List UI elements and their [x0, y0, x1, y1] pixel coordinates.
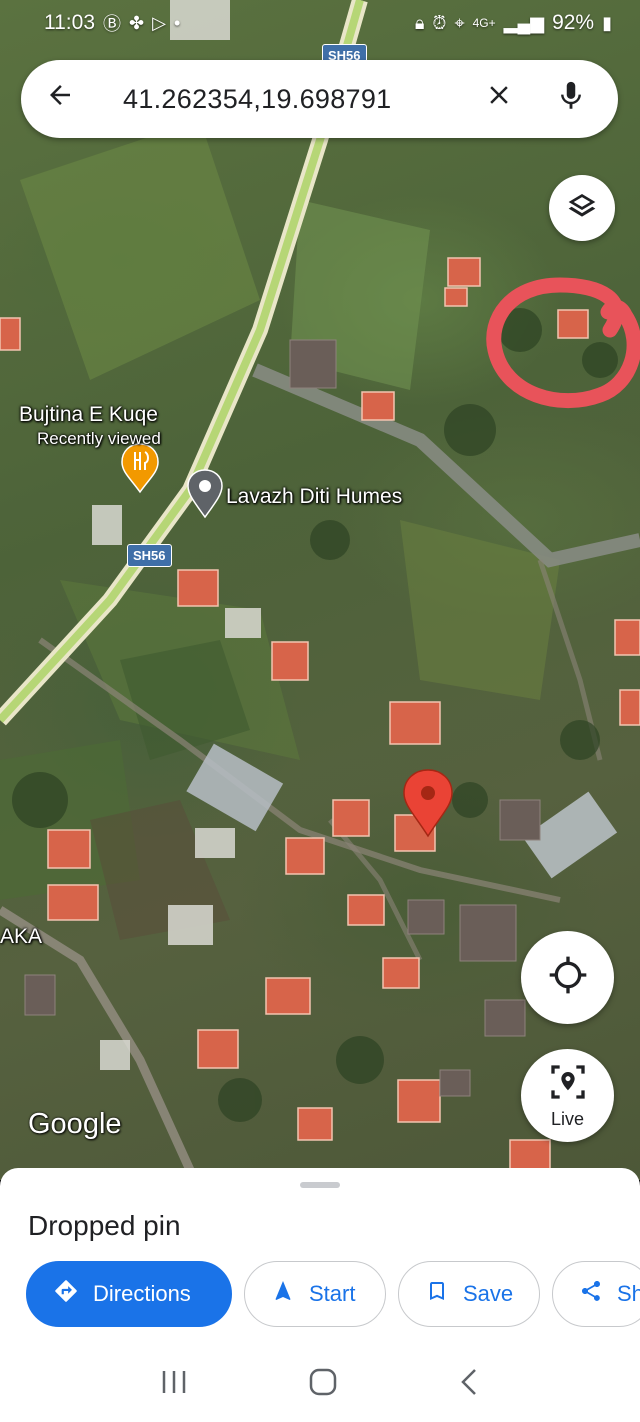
navigation-arrow-icon: [271, 1279, 295, 1309]
play-store-icon: ▷: [152, 12, 166, 33]
back-arrow-icon[interactable]: [45, 80, 85, 118]
save-label: Save: [463, 1281, 514, 1306]
start-label: Start: [309, 1281, 356, 1306]
microphone-icon[interactable]: [554, 79, 594, 119]
status-time: 11:03: [44, 11, 95, 34]
recent-apps-icon[interactable]: [160, 1369, 188, 1403]
dot-icon: •: [173, 12, 181, 33]
alarm-icon: ⏰︎: [432, 12, 447, 33]
lock-icon: 🔒︎: [414, 12, 425, 33]
google-attribution: Google: [28, 1108, 122, 1140]
start-button[interactable]: Start: [244, 1261, 386, 1327]
status-bar: 11:03 Ⓑ ✤ ▷ • 🔒︎ ⏰︎ ⌖ 4G+ ▂▄▆ 92% ▮: [0, 0, 640, 46]
back-icon[interactable]: [458, 1367, 480, 1405]
layers-button[interactable]: [549, 175, 615, 241]
home-icon[interactable]: [308, 1367, 338, 1405]
b-icon: Ⓑ: [103, 14, 121, 34]
battery-icon: ▮: [602, 12, 612, 33]
location-icon: ⌖: [454, 12, 465, 33]
system-nav-bar: [0, 1350, 640, 1422]
live-view-icon: [548, 1062, 588, 1107]
place-label-lavazh[interactable]: Lavazh Diti Humes: [226, 485, 402, 509]
directions-label: Directions: [93, 1281, 191, 1306]
share-icon: [579, 1279, 603, 1309]
route-shield: SH56: [127, 544, 172, 567]
my-location-icon: [548, 955, 588, 1000]
bookmark-icon: [425, 1279, 449, 1309]
restaurant-pin-icon: [121, 443, 159, 494]
search-query[interactable]: 41.262354,19.698791: [123, 84, 474, 115]
place-note-recently-viewed: Recently viewed: [37, 429, 161, 448]
signal-icon: ▂▄▆: [503, 12, 545, 33]
save-button[interactable]: Save: [398, 1261, 540, 1327]
search-bar[interactable]: 41.262354,19.698791: [21, 60, 618, 138]
directions-icon: [53, 1278, 79, 1310]
my-location-button[interactable]: [521, 931, 614, 1024]
pinwheel-icon: ✤: [129, 12, 145, 33]
area-label: AKA: [0, 925, 43, 948]
live-view-button[interactable]: Live: [521, 1049, 614, 1142]
close-icon[interactable]: [474, 80, 524, 118]
place-label-bujtina[interactable]: Bujtina E Kuqe: [19, 403, 158, 427]
action-chips: Directions Start Save Sh: [26, 1261, 640, 1327]
drag-handle[interactable]: [300, 1182, 340, 1188]
place-pin-icon: [187, 469, 223, 519]
layers-icon: [566, 190, 598, 227]
network-type: 4G+: [472, 16, 496, 30]
battery-level: 92%: [552, 11, 595, 34]
live-label: Live: [550, 1108, 585, 1129]
share-button[interactable]: Sh: [552, 1261, 640, 1327]
place-title: Dropped pin: [28, 1210, 181, 1241]
share-label: Sh: [617, 1281, 640, 1306]
directions-button[interactable]: Directions: [26, 1261, 232, 1327]
